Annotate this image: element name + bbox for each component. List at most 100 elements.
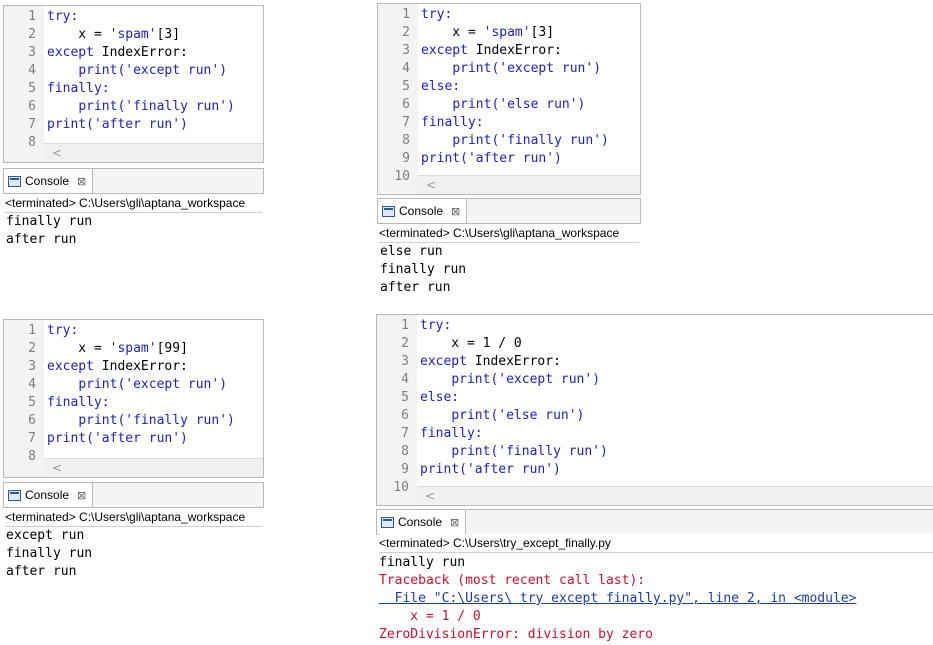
line-number: 4 <box>401 372 409 387</box>
code-text: print('else run') <box>452 97 586 112</box>
code-text: except IndexError: <box>47 359 188 374</box>
console-header: Console ⊠ <box>3 482 264 508</box>
code-editor[interactable]: 1 try: 2 x = 1 / 0 3 except IndexError: 4 pri… <box>376 314 933 506</box>
console-output-line: finally run <box>6 546 93 561</box>
line-number: 2 <box>28 341 36 356</box>
line-number: 6 <box>401 408 409 423</box>
console-tab[interactable]: Console ⊠ <box>4 483 94 507</box>
code-editor[interactable]: 1 try: 2 x = 'spam'[3] 3 except IndexError: 4… <box>3 5 264 163</box>
console-tab-label: Console <box>25 174 70 188</box>
close-icon[interactable]: ⊠ <box>77 489 86 502</box>
scroll-left-icon[interactable]: < <box>425 487 435 505</box>
code-text: print('after run') <box>47 431 188 446</box>
line-number: 1 <box>401 318 409 333</box>
code-line: 4 print('except run') <box>4 62 263 80</box>
code-text: x = 'spam'[3] <box>47 27 181 42</box>
code-line: 6 print('finally run') <box>4 98 263 116</box>
line-number: 8 <box>28 135 36 150</box>
code-text: print('except run') <box>78 377 228 392</box>
line-number: 10 <box>393 480 409 495</box>
close-icon[interactable]: ⊠ <box>451 205 460 218</box>
code-line: 4 print('except run') <box>4 376 263 394</box>
code-text: print('except run') <box>451 372 601 387</box>
code-line: 1 try: <box>4 8 263 26</box>
code-line: 8 print('finally run') <box>378 132 640 150</box>
console-status: <terminated> C:\Users\try_except_finally… <box>379 534 933 553</box>
console-output-line: Traceback (most recent call last): <box>379 573 646 588</box>
horizontal-scrollbar[interactable]: < <box>418 175 640 194</box>
console-tab[interactable]: Console ⊠ <box>378 199 468 223</box>
console-output-line: except run <box>6 528 85 543</box>
code-line: 7 finally: <box>378 114 640 132</box>
code-line: 2 x = 1 / 0 <box>377 335 933 353</box>
line-number: 1 <box>28 9 36 24</box>
console-icon <box>8 175 21 187</box>
console-output-line: else run <box>380 244 443 259</box>
console-header: Console ⊠ <box>3 168 264 194</box>
console-tab[interactable]: Console ⊠ <box>377 510 467 534</box>
line-number: 4 <box>402 61 410 76</box>
line-number: 6 <box>28 99 36 114</box>
console-output-line: after run <box>380 280 451 295</box>
close-icon[interactable]: ⊠ <box>450 516 459 529</box>
line-number: 1 <box>402 7 410 22</box>
console-icon <box>382 205 395 217</box>
scroll-left-icon[interactable]: < <box>52 459 62 477</box>
line-number: 2 <box>28 27 36 42</box>
horizontal-scrollbar[interactable]: < <box>417 486 933 505</box>
close-icon[interactable]: ⊠ <box>77 175 86 188</box>
horizontal-scrollbar[interactable]: < <box>44 458 263 477</box>
panel-bottom-right: 1 try: 2 x = 1 / 0 3 except IndexError: 4 pri… <box>375 312 933 645</box>
line-number: 3 <box>402 43 410 58</box>
line-number: 4 <box>28 63 36 78</box>
code-text: print('finally run') <box>78 413 235 428</box>
scroll-left-icon[interactable]: < <box>52 144 62 162</box>
code-text: try: <box>47 9 79 24</box>
horizontal-scrollbar[interactable]: < <box>44 143 263 162</box>
code-line: 3 except IndexError: <box>4 44 263 62</box>
code-text: print('after run') <box>421 151 562 166</box>
code-line: 1 try: <box>4 322 263 340</box>
code-line: 2 x = 'spam'[99] <box>4 340 263 358</box>
code-line: 5 else: <box>378 78 640 96</box>
line-number: 3 <box>28 359 36 374</box>
traceback-file-link[interactable]: File "C:\Users\ try except finally.py", … <box>379 590 857 608</box>
scroll-left-icon[interactable]: < <box>426 176 436 194</box>
console-tab[interactable]: Console ⊠ <box>4 169 94 193</box>
console-output-line: x = 1 / 0 <box>379 609 481 624</box>
console-output-line: after run <box>6 232 77 247</box>
console-icon <box>8 489 21 501</box>
code-text: try: <box>420 318 452 333</box>
line-number: 5 <box>28 81 36 96</box>
code-editor[interactable]: 1 try: 2 x = 'spam'[3] 3 except IndexError: 4… <box>377 3 641 195</box>
line-number: 5 <box>28 395 36 410</box>
line-number: 3 <box>28 45 36 60</box>
code-text: print('after run') <box>47 117 188 132</box>
line-number: 9 <box>401 462 409 477</box>
code-text: except IndexError: <box>421 43 562 58</box>
code-text: print('finally run') <box>452 133 609 148</box>
code-line: 6 print('else run') <box>377 407 933 425</box>
panel-top-left: 1 try: 2 x = 'spam'[3] 3 except IndexError: 4… <box>0 0 264 300</box>
line-number: 6 <box>402 97 410 112</box>
code-line: 5 else: <box>377 389 933 407</box>
code-editor[interactable]: 1 try: 2 x = 'spam'[99] 3 except IndexError:… <box>3 319 264 478</box>
code-line: 6 print('else run') <box>378 96 640 114</box>
code-line: 7 print('after run') <box>4 116 263 134</box>
code-line: 1 try: <box>377 317 933 335</box>
code-line: 2 x = 'spam'[3] <box>378 24 640 42</box>
code-text: except IndexError: <box>47 45 188 60</box>
code-line: 8 print('finally run') <box>377 443 933 461</box>
line-number: 8 <box>28 449 36 464</box>
code-text: print('after run') <box>420 462 561 477</box>
console-tab-label: Console <box>25 488 70 502</box>
console-status: <terminated> C:\Users\gli\aptana_workspa… <box>379 224 639 243</box>
line-number: 9 <box>402 151 410 166</box>
line-number: 5 <box>401 390 409 405</box>
code-line: 9 print('after run') <box>377 461 933 479</box>
code-text: try: <box>47 323 79 338</box>
code-text: else: <box>421 79 461 94</box>
line-number: 3 <box>401 354 409 369</box>
console-output-line: finally run <box>380 262 467 277</box>
line-number: 8 <box>401 444 409 459</box>
